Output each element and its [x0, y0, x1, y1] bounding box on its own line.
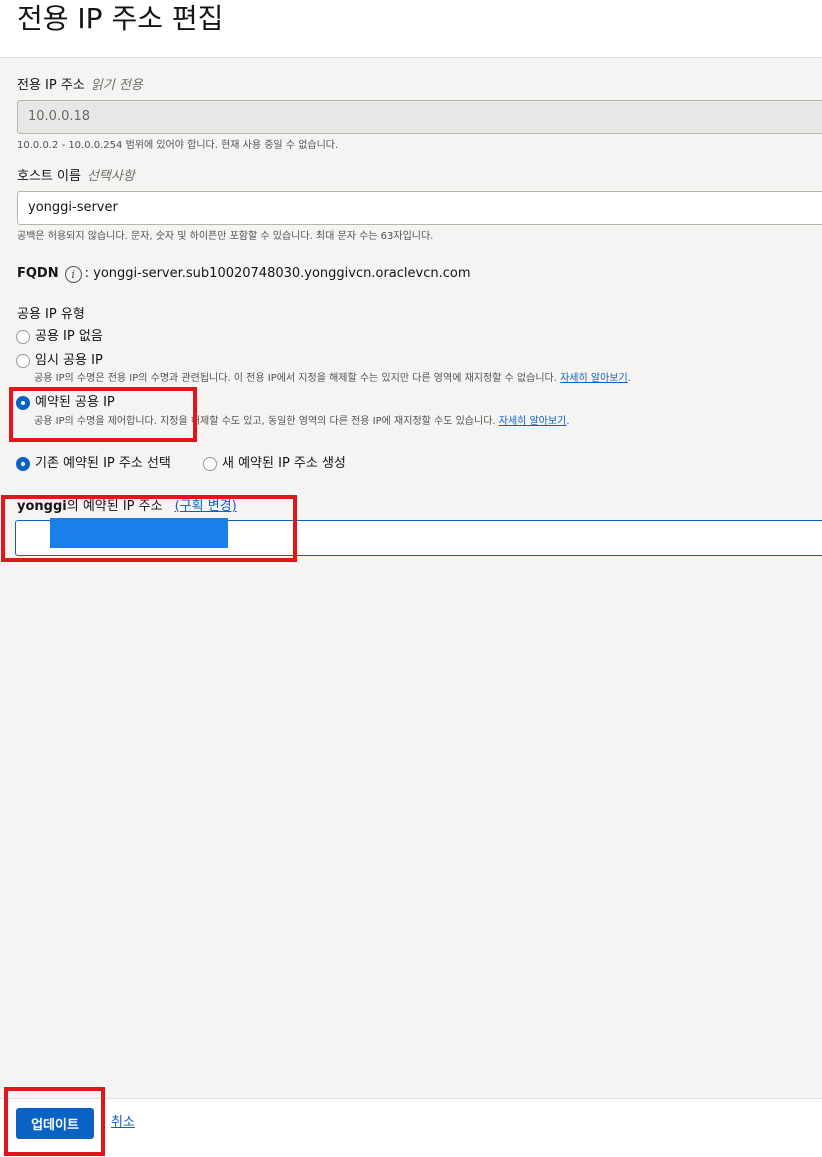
- fqdn-label: FQDN: [17, 266, 59, 281]
- reserved-ip-label: yonggi의 예약된 IP 주소 (구획 변경): [17, 498, 237, 516]
- selected-reserved-ip-highlight[interactable]: [50, 518, 228, 548]
- change-compartment-link[interactable]: (구획 변경): [175, 499, 237, 514]
- hostname-label-text: 호스트 이름: [17, 169, 81, 184]
- radio-label: 기존 예약된 IP 주소 선택: [35, 456, 171, 471]
- fqdn-row: FQDN i : yonggi-server.sub10020748030.yo…: [17, 264, 471, 284]
- radio-no-public-ip[interactable]: 공용 IP 없음: [16, 328, 103, 346]
- page-header: 전용 IP 주소 편집: [0, 0, 822, 58]
- radio-reserved-public-ip[interactable]: 예약된 공용 IP: [16, 394, 115, 412]
- radio-button[interactable]: [16, 330, 30, 344]
- private-ip-help: 10.0.0.2 - 10.0.0.254 범위에 있어야 합니다. 현재 사용…: [17, 140, 339, 151]
- reserved-help: 공용 IP의 수명을 제어합니다. 지정을 해제할 수도 있고, 동일한 영역의…: [34, 416, 570, 427]
- radio-button[interactable]: [16, 354, 30, 368]
- read-only-tag: 읽기 전용: [90, 78, 143, 93]
- radio-button-selected[interactable]: [16, 457, 30, 471]
- hostname-label: 호스트 이름 선택사항: [17, 168, 135, 186]
- ephemeral-help-text: 공용 IP의 수명은 전용 IP의 수명과 관련됩니다. 이 전용 IP에서 지…: [34, 373, 557, 384]
- radio-label: 공용 IP 없음: [35, 329, 103, 344]
- info-icon[interactable]: i: [64, 265, 82, 283]
- learn-more-link[interactable]: 자세히 알아보기: [499, 416, 567, 427]
- radio-label: 임시 공용 IP: [35, 353, 103, 368]
- learn-more-link[interactable]: 자세히 알아보기: [560, 373, 628, 384]
- update-button[interactable]: 업데이트: [16, 1108, 94, 1139]
- ephemeral-help: 공용 IP의 수명은 전용 IP의 수명과 관련됩니다. 이 전용 IP에서 지…: [34, 373, 631, 384]
- private-ip-input[interactable]: 10.0.0.18: [17, 100, 822, 134]
- optional-tag: 선택사항: [86, 169, 135, 184]
- page-title: 전용 IP 주소 편집: [17, 2, 224, 35]
- hostname-input[interactable]: yonggi-server: [17, 191, 822, 225]
- radio-button-selected[interactable]: [16, 396, 30, 410]
- radio-ephemeral-public-ip[interactable]: 임시 공용 IP: [16, 352, 103, 370]
- radio-existing-reserved-ip[interactable]: 기존 예약된 IP 주소 선택: [16, 455, 171, 473]
- fqdn-value: : yonggi-server.sub10020748030.yonggivcn…: [84, 266, 471, 281]
- radio-label: 예약된 공용 IP: [35, 395, 115, 410]
- reserved-help-text: 공용 IP의 수명을 제어합니다. 지정을 해제할 수도 있고, 동일한 영역의…: [34, 416, 496, 427]
- private-ip-label-text: 전용 IP 주소: [17, 78, 85, 93]
- radio-button[interactable]: [203, 457, 217, 471]
- private-ip-label: 전용 IP 주소 읽기 전용: [17, 77, 143, 95]
- public-ip-type-label: 공용 IP 유형: [17, 307, 85, 322]
- compartment-name: yonggi: [17, 499, 67, 514]
- reserved-ip-label-suffix: 의 예약된 IP 주소: [66, 499, 163, 514]
- radio-create-reserved-ip[interactable]: 새 예약된 IP 주소 생성: [203, 455, 346, 473]
- cancel-link[interactable]: 취소: [111, 1114, 135, 1132]
- radio-label: 새 예약된 IP 주소 생성: [222, 456, 346, 471]
- hostname-help: 공백은 허용되지 않습니다. 문자, 숫자 및 하이픈만 포함할 수 있습니다.…: [17, 231, 434, 242]
